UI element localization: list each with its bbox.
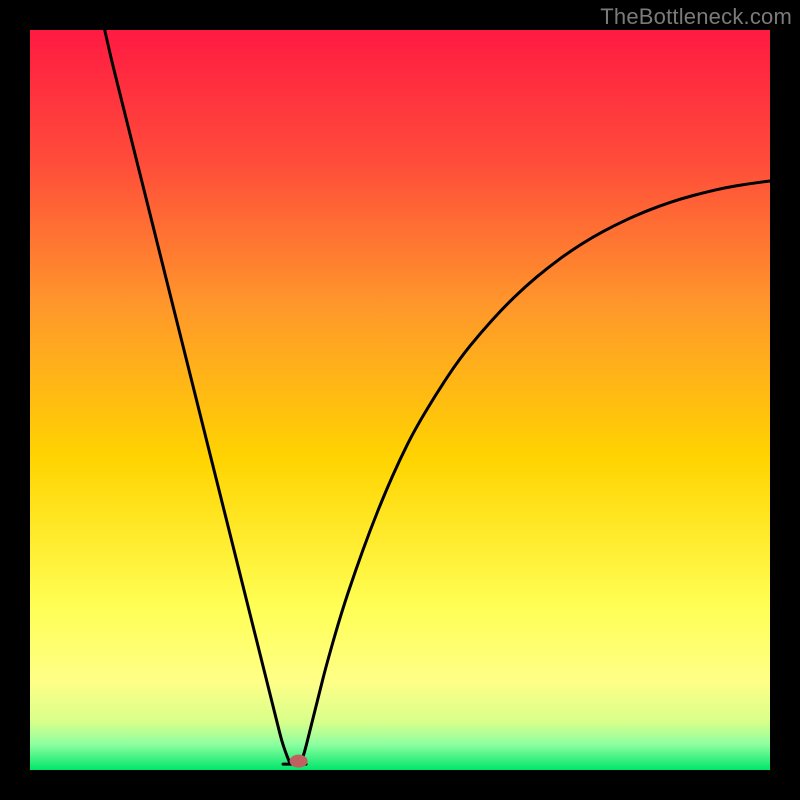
- chart-svg: [30, 30, 770, 770]
- gradient-background: [30, 30, 770, 770]
- watermark-text: TheBottleneck.com: [600, 4, 792, 30]
- plot-area: [30, 30, 770, 770]
- chart-frame: TheBottleneck.com: [0, 0, 800, 800]
- optimal-point-marker: [290, 755, 308, 768]
